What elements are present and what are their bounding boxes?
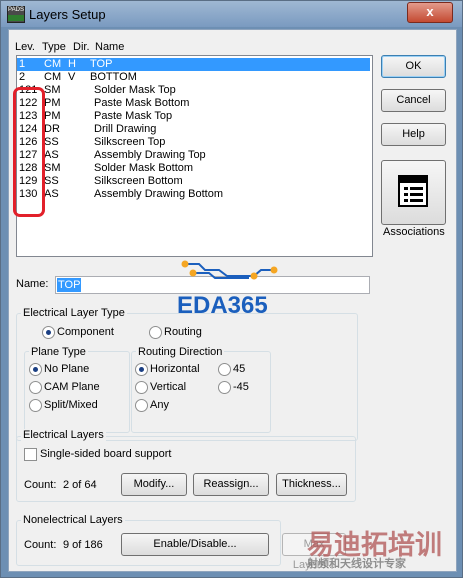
row-type: SS <box>44 136 59 148</box>
dialog-client: Lev. Type Dir. Name 1 CM H TOP 2 CM V BOTTOM 121… <box>8 29 457 572</box>
row-name: Silkscreen Top <box>94 136 166 148</box>
single-sided-label: Single-sided board support <box>40 448 172 460</box>
row-name: Paste Mask Top <box>94 110 173 122</box>
row-lev: 1 <box>19 58 26 70</box>
layer-row[interactable]: 122 PM Paste Mask Bottom <box>17 97 370 110</box>
window-title: Layers Setup <box>29 7 106 22</box>
routing-radio[interactable] <box>149 326 162 339</box>
row-name: TOP <box>90 58 113 70</box>
ok-button[interactable]: OK <box>381 55 446 78</box>
row-type: SS <box>44 175 59 187</box>
layers-setup-window: PADS Layers Setup x Lev. Type Dir. Name … <box>0 0 463 578</box>
row-name: Drill Drawing <box>94 123 157 135</box>
enable-disable-button[interactable]: Enable/Disable... <box>121 533 269 556</box>
row-type: SM <box>44 162 61 174</box>
row-type: CM <box>44 71 62 83</box>
layer-row[interactable]: 2 CM V BOTTOM <box>17 71 370 84</box>
name-label: Name: <box>16 278 49 290</box>
row-type: PM <box>44 110 61 122</box>
split-mixed-label: Split/Mixed <box>44 399 98 411</box>
row-dir: H <box>68 58 76 70</box>
col-type: Type <box>42 41 66 53</box>
row-name: Silkscreen Bottom <box>94 175 183 187</box>
row-type: AS <box>44 149 59 161</box>
row-type: AS <box>44 188 59 200</box>
row-type: DR <box>44 123 60 135</box>
row-type: PM <box>44 97 61 109</box>
col-name: Name <box>95 41 125 53</box>
no-plane-label: No Plane <box>44 363 90 375</box>
row-type: CM <box>44 58 62 70</box>
cam-plane-radio[interactable] <box>29 381 42 394</box>
close-button[interactable]: x <box>407 2 453 23</box>
row-name: Solder Mask Bottom <box>94 162 194 174</box>
modify-button[interactable]: Modify... <box>121 473 187 496</box>
nonelectrical-count-value: 9 of 186 <box>63 539 103 551</box>
row-type: SM <box>44 84 61 96</box>
horizontal-radio[interactable] <box>135 363 148 376</box>
layer-row[interactable]: 124 DR Drill Drawing <box>17 123 370 136</box>
routing-direction-title: Routing Direction <box>136 346 225 358</box>
row-name: Assembly Drawing Top <box>94 149 206 161</box>
row-name: Assembly Drawing Bottom <box>94 188 223 200</box>
deg45-label: 45 <box>233 363 246 375</box>
nonelectrical-count-label: Count: <box>24 539 57 551</box>
layer-row[interactable]: 121 SM Solder Mask Top <box>17 84 370 97</box>
row-name: Solder Mask Top <box>94 84 176 96</box>
name-value: TOP <box>57 278 82 292</box>
routing-label: Routing <box>164 326 202 338</box>
horizontal-label: Horizontal <box>150 363 200 375</box>
vertical-label: Vertical <box>150 381 187 393</box>
layer-row[interactable]: 123 PM Paste Mask Top <box>17 110 370 123</box>
row-dir: V <box>68 71 76 83</box>
plane-type-title: Plane Type <box>29 346 88 358</box>
associations-button[interactable] <box>381 160 446 225</box>
cancel-button[interactable]: Cancel <box>381 89 446 112</box>
app-icon-label: PADS <box>8 7 24 13</box>
layer-row[interactable]: 129 SS Silkscreen Bottom <box>17 175 370 188</box>
deg-minus45-label: -45 <box>233 381 249 393</box>
electrical-count-value: 2 of 64 <box>63 479 97 491</box>
component-radio[interactable] <box>42 326 55 339</box>
electrical-layer-type-title: Electrical Layer Type <box>21 307 127 319</box>
title-bar[interactable]: PADS Layers Setup x <box>1 1 462 27</box>
any-radio[interactable] <box>135 399 148 412</box>
row-name: Paste Mask Bottom <box>94 97 190 109</box>
electrical-layers-title: Electrical Layers <box>21 429 106 441</box>
split-mixed-radio[interactable] <box>29 399 42 412</box>
layer-row[interactable]: 128 SM Solder Mask Bottom <box>17 162 370 175</box>
electrical-count-label: Count: <box>24 479 57 491</box>
pads-app-icon: PADS <box>7 6 25 23</box>
component-label: Component <box>57 326 114 338</box>
vertical-radio[interactable] <box>135 381 148 394</box>
row-name: BOTTOM <box>90 71 137 83</box>
no-plane-radio[interactable] <box>29 363 42 376</box>
layer-row[interactable]: 127 AS Assembly Drawing Top <box>17 149 370 162</box>
nonelectrical-layers-title: Nonelectrical Layers <box>21 514 125 526</box>
layer-list[interactable]: 1 CM H TOP 2 CM V BOTTOM 121 SM Solder Mask Top 122… <box>16 55 373 257</box>
col-dir: Dir. <box>73 41 90 53</box>
layer-row[interactable]: 130 AS Assembly Drawing Bottom <box>17 188 370 201</box>
cn-sub-watermark: 射频和天线设计专家 <box>307 557 406 570</box>
thickness-button[interactable]: Thickness... <box>276 473 347 496</box>
single-sided-checkbox[interactable] <box>24 448 37 461</box>
any-label: Any <box>150 399 169 411</box>
associations-icon <box>398 175 428 207</box>
deg45-radio[interactable] <box>218 363 231 376</box>
layer-row[interactable]: 126 SS Silkscreen Top <box>17 136 370 149</box>
deg-minus45-radio[interactable] <box>218 381 231 394</box>
highlight-annotation <box>13 87 45 217</box>
reassign-button[interactable]: Reassign... <box>193 473 269 496</box>
col-lev: Lev. <box>15 41 35 53</box>
row-lev: 2 <box>19 71 26 83</box>
associations-label: Associations <box>383 226 445 238</box>
layer-row[interactable]: 1 CM H TOP <box>17 58 370 71</box>
cam-plane-label: CAM Plane <box>44 381 100 393</box>
eda365-watermark-graphic <box>181 260 278 280</box>
help-button[interactable]: Help <box>381 123 446 146</box>
